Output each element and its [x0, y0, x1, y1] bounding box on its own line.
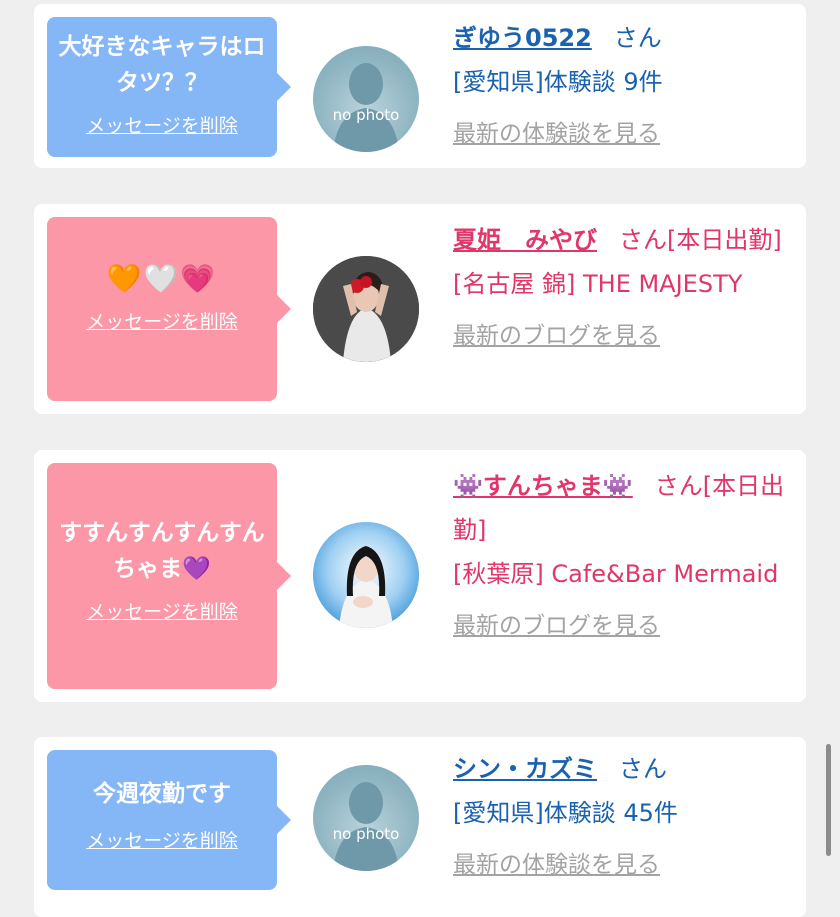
profile-info: シン・カズミ さん [愛知県]体験談 45件 最新の体験談を見る	[453, 747, 798, 887]
message-bubble: すすんすんすんすんちゃま💜 メッセージを削除	[47, 463, 291, 689]
no-photo-label: no photo	[332, 106, 400, 124]
delete-message-link[interactable]: メッセージを削除	[47, 826, 277, 853]
message-bubble: 大好きなキャラはロタツ？？ メッセージを削除	[47, 17, 291, 157]
delete-message-link[interactable]: メッセージを削除	[47, 307, 277, 334]
delete-message-link[interactable]: メッセージを削除	[47, 111, 277, 138]
latest-link[interactable]: 最新のブログを見る	[453, 604, 798, 648]
person-silhouette-icon	[333, 63, 399, 152]
scrollbar[interactable]	[826, 744, 831, 856]
user-name-link[interactable]: シン・カズミ	[453, 755, 597, 783]
avatar[interactable]	[313, 256, 419, 362]
message-card: 🧡🤍💗 メッセージを削除 夏姫 みやび さん[本日出勤] [名古屋 錦] THE …	[34, 204, 806, 414]
message-text: 大好きなキャラはロタツ？？	[58, 34, 266, 96]
message-text: 🧡🤍💗	[106, 262, 218, 295]
profile-info: 夏姫 みやび さん[本日出勤] [名古屋 錦] THE MAJESTY 最新のブロ…	[453, 218, 798, 358]
latest-link[interactable]: 最新の体験談を見る	[453, 112, 798, 156]
profile-info: ぎゆう0522 さん [愛知県]体験談 9件 最新の体験談を見る	[453, 16, 798, 156]
honorific-status: さん[本日出勤]	[619, 226, 782, 254]
person-silhouette-icon	[333, 782, 399, 871]
message-card: すすんすんすんすんちゃま💜 メッセージを削除 👾すんちゃま👾 さん[本日出勤] […	[34, 450, 806, 702]
cast-name-link[interactable]: 👾すんちゃま👾	[453, 472, 633, 500]
profile-photo	[313, 256, 419, 362]
cast-shop: [名古屋 錦] THE MAJESTY	[453, 270, 743, 298]
message-card: 大好きなキャラはロタツ？？ メッセージを削除 no photo ぎゆう0522 さ…	[34, 4, 806, 168]
delete-message-link[interactable]: メッセージを削除	[47, 597, 277, 624]
message-text: すすんすんすんすんちゃま💜	[59, 520, 265, 582]
message-bubble: 今週夜勤です メッセージを削除	[47, 750, 291, 890]
user-name-link[interactable]: ぎゆう0522	[453, 24, 592, 52]
honorific: さん	[613, 24, 662, 52]
avatar[interactable]	[313, 522, 419, 628]
profile-photo	[313, 522, 419, 628]
message-text: 今週夜勤です	[93, 781, 231, 807]
avatar[interactable]: no photo	[313, 46, 419, 152]
user-detail: [愛知県]体験談 9件	[453, 68, 663, 96]
message-bubble: 🧡🤍💗 メッセージを削除	[47, 217, 291, 401]
latest-link[interactable]: 最新のブログを見る	[453, 314, 798, 358]
user-detail: [愛知県]体験談 45件	[453, 799, 678, 827]
profile-info: 👾すんちゃま👾 さん[本日出勤] [秋葉原] Cafe&Bar Mermaid 最…	[453, 464, 798, 648]
cast-name-link[interactable]: 夏姫 みやび	[453, 226, 597, 254]
honorific: さん	[619, 755, 667, 783]
avatar[interactable]: no photo	[313, 765, 419, 871]
latest-link[interactable]: 最新の体験談を見る	[453, 843, 798, 887]
message-card: 今週夜勤です メッセージを削除 no photo シン・カズミ さん [愛知県]体…	[34, 737, 806, 917]
cast-shop: [秋葉原] Cafe&Bar Mermaid	[453, 560, 779, 588]
no-photo-label: no photo	[332, 825, 400, 843]
